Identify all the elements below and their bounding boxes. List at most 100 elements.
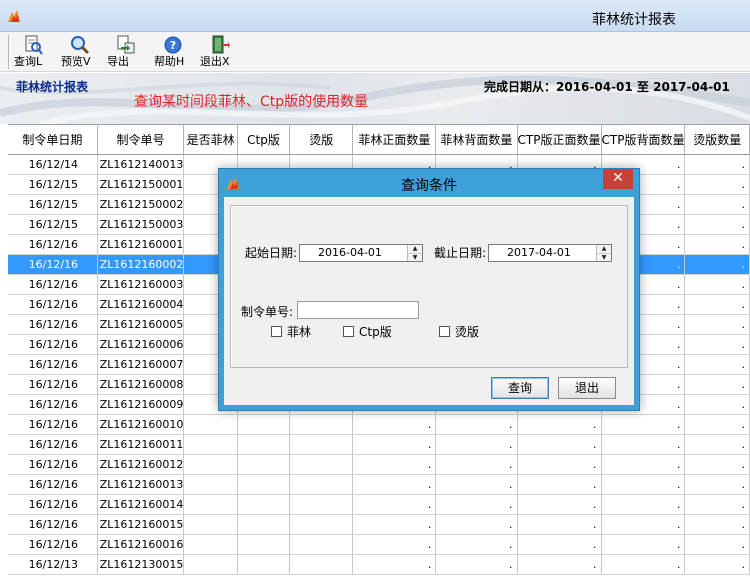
table-row[interactable]: 16/12/16 ZL1612160014..... [8,494,750,515]
start-date-value: 2016-04-01 [318,246,382,259]
column-header[interactable]: 制令单号 [97,124,185,155]
flag-cell [237,514,291,535]
quantity-cell: . [517,494,602,515]
end-date-value: 2017-04-01 [507,246,571,259]
dialog-titlebar[interactable]: 查询条件 ✕ [219,169,639,197]
order-number-cell: ZL1612150002 [97,194,185,215]
criteria-panel: 起始日期: 2016-04-01 ▲ ▼ 截止日期: 2017-04-01 ▲ … [230,205,628,368]
query-button[interactable]: 查询L [14,34,52,70]
ctp-checkbox-label: Ctp版 [359,325,392,339]
end-date-label: 截止日期: [434,246,487,260]
start-date-picker[interactable]: 2016-04-01 ▲ ▼ [299,244,423,262]
ctp-checkbox[interactable] [343,326,354,337]
order-date-cell: 16/12/16 [8,514,98,535]
help-button[interactable]: ? 帮助H [154,34,192,70]
quantity-cell: . [435,494,518,515]
flag-cell [289,414,354,435]
quantity-cell: . [435,534,518,555]
film-checkbox[interactable] [271,326,282,337]
order-number-cell: ZL1612160011 [97,434,185,455]
order-number-cell: ZL1612160007 [97,354,185,375]
close-button[interactable]: ✕ [603,169,633,189]
table-row[interactable]: 16/12/16 ZL1612160012..... [8,454,750,475]
order-number-cell: ZL1612160002 [97,254,185,275]
column-header[interactable]: 菲林背面数量 [435,124,518,155]
quantity-cell: . [684,334,750,355]
quantity-cell: . [435,554,518,575]
spin-down-icon[interactable]: ▼ [597,253,611,261]
flag-cell [289,554,354,575]
table-row[interactable]: 16/12/13 ZL1612130015..... [8,554,750,575]
column-header[interactable]: CTP版背面数量 [601,124,686,155]
order-date-cell: 16/12/14 [8,154,98,175]
quantity-cell: . [601,454,686,475]
dialog-title: 查询条件 [401,178,457,194]
quantity-cell: . [517,454,602,475]
table-row[interactable]: 16/12/16 ZL1612160010..... [8,414,750,435]
export-button[interactable]: 导出 [107,34,145,70]
quantity-cell: . [435,414,518,435]
flag-cell [183,554,238,575]
order-date-cell: 16/12/16 [8,314,98,335]
toolbar-grip[interactable] [8,35,11,69]
order-number-input[interactable] [297,301,419,319]
flag-cell [237,554,291,575]
quantity-cell: . [684,274,750,295]
order-number-cell: ZL1612160001 [97,234,185,255]
spin-up-icon[interactable]: ▲ [597,245,611,253]
dialog-exit-button[interactable]: 退出 [558,377,616,399]
order-number-cell: ZL1612160014 [97,494,185,515]
dialog-body: 起始日期: 2016-04-01 ▲ ▼ 截止日期: 2017-04-01 ▲ … [224,197,634,405]
order-number-cell: ZL1612160013 [97,474,185,495]
quantity-cell: . [684,374,750,395]
table-row[interactable]: 16/12/16 ZL1612160011..... [8,434,750,455]
column-header[interactable]: CTP版正面数量 [517,124,602,155]
preview-button[interactable]: 预览V [61,34,99,70]
order-date-cell: 16/12/16 [8,234,98,255]
quantity-cell: . [517,474,602,495]
end-date-picker[interactable]: 2017-04-01 ▲ ▼ [488,244,612,262]
quantity-cell: . [684,214,750,235]
flag-cell [237,434,291,455]
quantity-cell: . [435,434,518,455]
column-header[interactable]: 烫版 [289,124,354,155]
quantity-cell: . [684,394,750,415]
start-date-spinner[interactable]: ▲ ▼ [407,245,422,261]
order-date-cell: 16/12/16 [8,394,98,415]
order-date-cell: 16/12/16 [8,334,98,355]
exit-button[interactable]: 退出X [200,34,238,70]
column-header[interactable]: 烫版数量 [684,124,750,155]
hotstamp-checkbox[interactable] [439,326,450,337]
dialog-query-button[interactable]: 查询 [491,377,549,399]
table-row[interactable]: 16/12/16 ZL1612160015..... [8,514,750,535]
quantity-cell: . [684,314,750,335]
end-date-spinner[interactable]: ▲ ▼ [596,245,611,261]
column-header[interactable]: 是否菲林 [183,124,238,155]
spin-down-icon[interactable]: ▼ [408,253,422,261]
order-date-cell: 16/12/16 [8,374,98,395]
quantity-cell: . [684,154,750,175]
column-header[interactable]: 制令单日期 [8,124,98,155]
column-header[interactable]: Ctp版 [237,124,291,155]
order-number-cell: ZL1612160015 [97,514,185,535]
table-row[interactable]: 16/12/16 ZL1612160016..... [8,534,750,555]
order-number-cell: ZL1612130015 [97,554,185,575]
flag-cell [237,454,291,475]
order-number-cell: ZL1612150001 [97,174,185,195]
column-header[interactable]: 菲林正面数量 [352,124,437,155]
order-number-cell: ZL1612160016 [97,534,185,555]
spin-up-icon[interactable]: ▲ [408,245,422,253]
order-number-label: 制令单号: [241,305,294,319]
quantity-cell: . [684,234,750,255]
help-button-label: 帮助H [154,55,185,68]
order-date-cell: 16/12/13 [8,554,98,575]
order-date-cell: 16/12/16 [8,494,98,515]
hotstamp-checkbox-label: 烫版 [455,325,480,339]
flag-cell [237,414,291,435]
quantity-cell: . [352,494,437,515]
flag-cell [183,514,238,535]
quantity-cell: . [601,514,686,535]
table-row[interactable]: 16/12/16 ZL1612160013..... [8,474,750,495]
quantity-cell: . [684,174,750,195]
order-number-cell: ZL1612160010 [97,414,185,435]
